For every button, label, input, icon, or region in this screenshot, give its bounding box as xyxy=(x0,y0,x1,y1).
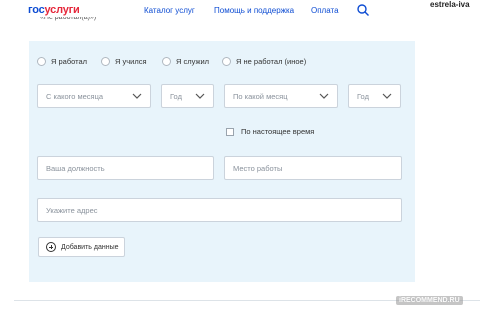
radio-served-label: Я служил xyxy=(176,57,210,66)
logo-gos-part: гос xyxy=(28,4,45,16)
chevron-down-icon xyxy=(195,93,205,99)
nav-catalog-link[interactable]: Каталог услуг xyxy=(144,6,195,15)
present-time-label: По настоящее время xyxy=(241,127,315,136)
radio-studied-label: Я учился xyxy=(115,57,147,66)
add-data-button[interactable]: Добавить данные xyxy=(38,237,125,257)
to-year-select[interactable]: Год xyxy=(348,84,401,108)
radio-circle-icon xyxy=(101,57,110,66)
workplace-input[interactable]: Место работы xyxy=(224,156,402,180)
from-month-select[interactable]: С какого месяца xyxy=(37,84,151,108)
workplace-placeholder: Место работы xyxy=(233,164,283,173)
from-year-select[interactable]: Год xyxy=(161,84,214,108)
add-data-label: Добавить данные xyxy=(61,243,119,251)
add-circle-icon xyxy=(46,242,56,252)
radio-served[interactable]: Я служил xyxy=(162,57,209,66)
radio-not-worked[interactable]: Я не работал (иное) xyxy=(222,57,306,66)
position-placeholder: Ваша должность xyxy=(46,164,105,173)
radio-circle-icon xyxy=(222,57,231,66)
search-icon[interactable] xyxy=(356,3,370,17)
radio-worked-label: Я работал xyxy=(51,57,88,66)
address-input[interactable]: Укажите адрес xyxy=(37,198,402,222)
nav-help-link[interactable]: Помощь и поддержка xyxy=(214,6,294,15)
radio-studied[interactable]: Я учился xyxy=(101,57,147,66)
radio-circle-icon xyxy=(162,57,171,66)
radio-circle-icon xyxy=(37,57,46,66)
from-month-placeholder: С какого месяца xyxy=(46,92,104,101)
from-year-placeholder: Год xyxy=(170,92,182,101)
user-name[interactable]: estrela-iva xyxy=(430,0,470,9)
chevron-down-icon xyxy=(132,93,142,99)
chevron-down-icon xyxy=(319,93,329,99)
to-month-placeholder: По какой месяц xyxy=(233,92,288,101)
nav-payment-link[interactable]: Оплата xyxy=(311,6,339,15)
present-time-checkbox[interactable]: По настоящее время xyxy=(226,127,314,136)
address-placeholder: Укажите адрес xyxy=(46,206,98,215)
radio-not-worked-label: Я не работал (иное) xyxy=(236,57,307,66)
gosuslugi-logo[interactable]: госуслуги xyxy=(28,4,80,16)
position-input[interactable]: Ваша должность xyxy=(37,156,214,180)
irecommend-watermark: iRECOMMEND.RU xyxy=(396,296,463,305)
to-year-placeholder: Год xyxy=(357,92,369,101)
logo-uslugi-part: услуги xyxy=(44,4,80,16)
chevron-down-icon xyxy=(382,93,392,99)
radio-worked[interactable]: Я работал xyxy=(37,57,87,66)
to-month-select[interactable]: По какой месяц xyxy=(224,84,338,108)
checkbox-box xyxy=(226,127,234,136)
